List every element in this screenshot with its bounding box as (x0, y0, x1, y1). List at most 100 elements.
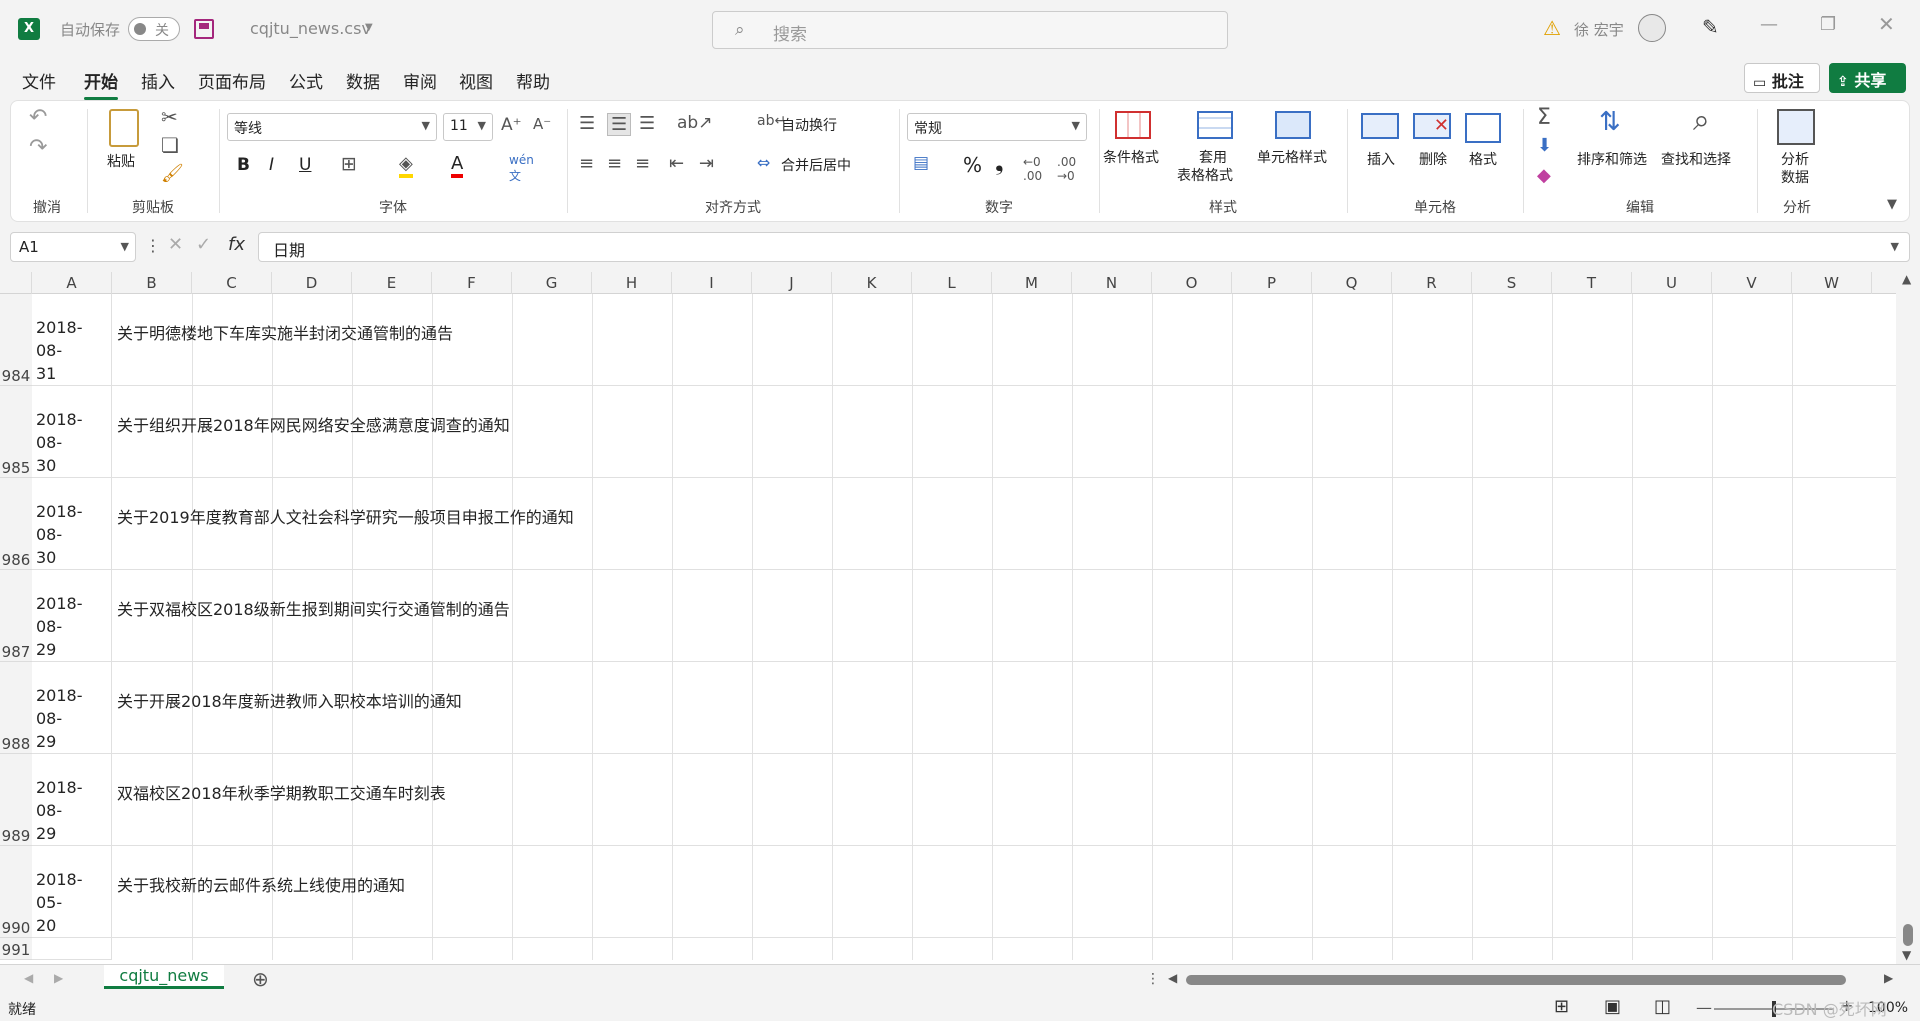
clear-icon[interactable]: ◆ (1537, 165, 1551, 186)
align-center-icon[interactable]: ≡ (607, 153, 622, 174)
comma-button[interactable]: ❟ (995, 151, 1004, 176)
cell-date[interactable]: 2018-05- 20 (32, 846, 112, 938)
more-options-icon[interactable]: ⋮ (145, 236, 161, 255)
column-header-c[interactable]: C (192, 272, 272, 294)
sheet-tab-cqjtu-news[interactable]: cqjtu_news (104, 965, 224, 989)
enter-icon[interactable]: ✓ (196, 234, 211, 255)
column-header-p[interactable]: P (1232, 272, 1312, 294)
cancel-icon[interactable]: ✕ (168, 234, 183, 255)
border-icon[interactable]: ⊞ (341, 153, 357, 175)
autosum-icon[interactable]: Σ (1537, 105, 1551, 130)
cell-title[interactable]: 关于2019年度教育部人文社会科学研究一般项目申报工作的通知 (112, 478, 1896, 570)
column-header-m[interactable]: M (992, 272, 1072, 294)
cell-date[interactable]: 2018-08- 29 (32, 754, 112, 846)
analyze-data-button-2[interactable]: 数据 (1781, 167, 1809, 187)
redo-icon[interactable]: ↷ (29, 135, 47, 160)
cell-title[interactable]: 关于双福校区2018级新生报到期间实行交通管制的通告 (112, 570, 1896, 662)
cell-date[interactable]: 2018-08- 29 (32, 570, 112, 662)
page-break-view-icon[interactable]: ◫ (1654, 996, 1671, 1017)
column-header-v[interactable]: V (1712, 272, 1792, 294)
save-icon[interactable] (194, 19, 214, 39)
find-select-button[interactable]: 查找和选择 (1661, 149, 1731, 169)
align-left-icon[interactable]: ≡ (579, 153, 594, 174)
column-header-h[interactable]: H (592, 272, 672, 294)
horizontal-scroll-thumb[interactable] (1186, 975, 1846, 985)
decrease-indent-icon[interactable]: ⇤ (669, 153, 684, 174)
percent-button[interactable]: % (963, 153, 982, 177)
tab-review[interactable]: 审阅 (403, 68, 437, 93)
warning-icon[interactable]: ⚠ (1543, 16, 1561, 40)
currency-icon[interactable]: ▤ (913, 153, 929, 173)
column-header-q[interactable]: Q (1312, 272, 1392, 294)
tab-formulas[interactable]: 公式 (289, 68, 323, 93)
column-header-s[interactable]: S (1472, 272, 1552, 294)
font-color-icon[interactable]: A (451, 153, 464, 178)
sort-filter-button[interactable]: 排序和筛选 (1577, 149, 1647, 169)
row-header[interactable]: 991 (0, 938, 32, 960)
scroll-down-icon[interactable]: ▼ (1902, 948, 1911, 962)
file-name[interactable]: cqjtu_news.csv (250, 19, 371, 38)
vertical-scroll-thumb[interactable] (1903, 924, 1913, 946)
table-format-button[interactable]: 套用 (1199, 147, 1227, 167)
column-header-e[interactable]: E (352, 272, 432, 294)
fill-icon[interactable]: ⬇ (1537, 135, 1552, 156)
column-header-w[interactable]: W (1792, 272, 1872, 294)
pen-icon[interactable]: ✎ (1702, 15, 1719, 39)
cell-title[interactable]: 关于明德楼地下车库实施半封闭交通管制的通告 (112, 294, 1896, 386)
underline-button[interactable]: U (299, 155, 311, 175)
tab-home[interactable]: 开始 (84, 68, 118, 100)
column-header-k[interactable]: K (832, 272, 912, 294)
font-name-select[interactable]: 等线 ▼ (227, 113, 437, 141)
tab-page-layout[interactable]: 页面布局 (198, 68, 266, 93)
decrease-font-icon[interactable]: A⁻ (533, 115, 551, 133)
number-format-select[interactable]: 常规 ▼ (907, 113, 1087, 141)
restore-icon[interactable]: ❐ (1820, 14, 1836, 35)
chevron-down-icon[interactable]: ▼ (365, 22, 373, 33)
row-header[interactable]: 986 (0, 478, 32, 570)
bold-button[interactable]: B (237, 155, 250, 175)
user-name[interactable]: 徐 宏宇 (1574, 19, 1624, 40)
cell-date[interactable]: 2018-08- 31 (32, 294, 112, 386)
name-box[interactable]: A1 ▼ (10, 232, 136, 262)
italic-button[interactable]: I (269, 155, 274, 175)
page-layout-view-icon[interactable]: ▣ (1604, 996, 1621, 1017)
cell-title[interactable]: 关于开展2018年度新进教师入职校本培训的通知 (112, 662, 1896, 754)
select-all-corner[interactable] (0, 272, 32, 294)
insert-cells-button[interactable]: 插入 (1367, 149, 1395, 169)
row-header[interactable]: 988 (0, 662, 32, 754)
column-header-f[interactable]: F (432, 272, 512, 294)
copy-icon[interactable]: ❏ (161, 133, 179, 157)
tab-data[interactable]: 数据 (346, 68, 380, 93)
increase-font-icon[interactable]: A⁺ (501, 115, 522, 135)
format-painter-icon[interactable]: 🖌 (161, 163, 184, 184)
scroll-right-icon[interactable]: ▶ (1884, 971, 1893, 985)
cell-styles-button[interactable]: 单元格样式 (1257, 147, 1327, 167)
align-bottom-icon[interactable]: ☰ (639, 113, 655, 134)
row-header[interactable]: 984 (0, 294, 32, 386)
increase-decimal-icon[interactable]: ←0.00 (1023, 155, 1042, 183)
delete-cells-button[interactable]: 删除 (1419, 149, 1447, 169)
row-header[interactable]: 987 (0, 570, 32, 662)
column-header-a[interactable]: A (32, 272, 112, 294)
column-header-r[interactable]: R (1392, 272, 1472, 294)
search-box[interactable]: ⌕ 搜索 (712, 11, 1228, 49)
share-button[interactable]: ⇪ 共享 (1829, 63, 1906, 93)
cell-title[interactable] (112, 938, 1896, 967)
column-header-n[interactable]: N (1072, 272, 1152, 294)
add-sheet-icon[interactable]: ⊕ (252, 967, 269, 991)
merge-center-button[interactable]: 合并后居中 (781, 155, 851, 175)
column-header-o[interactable]: O (1152, 272, 1232, 294)
column-header-j[interactable]: J (752, 272, 832, 294)
conditional-format-button[interactable]: 条件格式 (1103, 147, 1159, 167)
decrease-decimal-icon[interactable]: .00 →0 (1057, 155, 1076, 183)
column-header-i[interactable]: I (672, 272, 752, 294)
increase-indent-icon[interactable]: ⇥ (699, 153, 714, 174)
autosave-toggle[interactable]: 关 (128, 17, 180, 41)
row-header[interactable]: 985 (0, 386, 32, 478)
analyze-data-button[interactable]: 分析 (1781, 149, 1809, 169)
row-header[interactable]: 989 (0, 754, 32, 846)
tab-help[interactable]: 帮助 (516, 68, 550, 93)
zoom-out-icon[interactable]: — (1696, 998, 1712, 1017)
cell-date[interactable]: 2018-08- 30 (32, 386, 112, 478)
column-header-l[interactable]: L (912, 272, 992, 294)
